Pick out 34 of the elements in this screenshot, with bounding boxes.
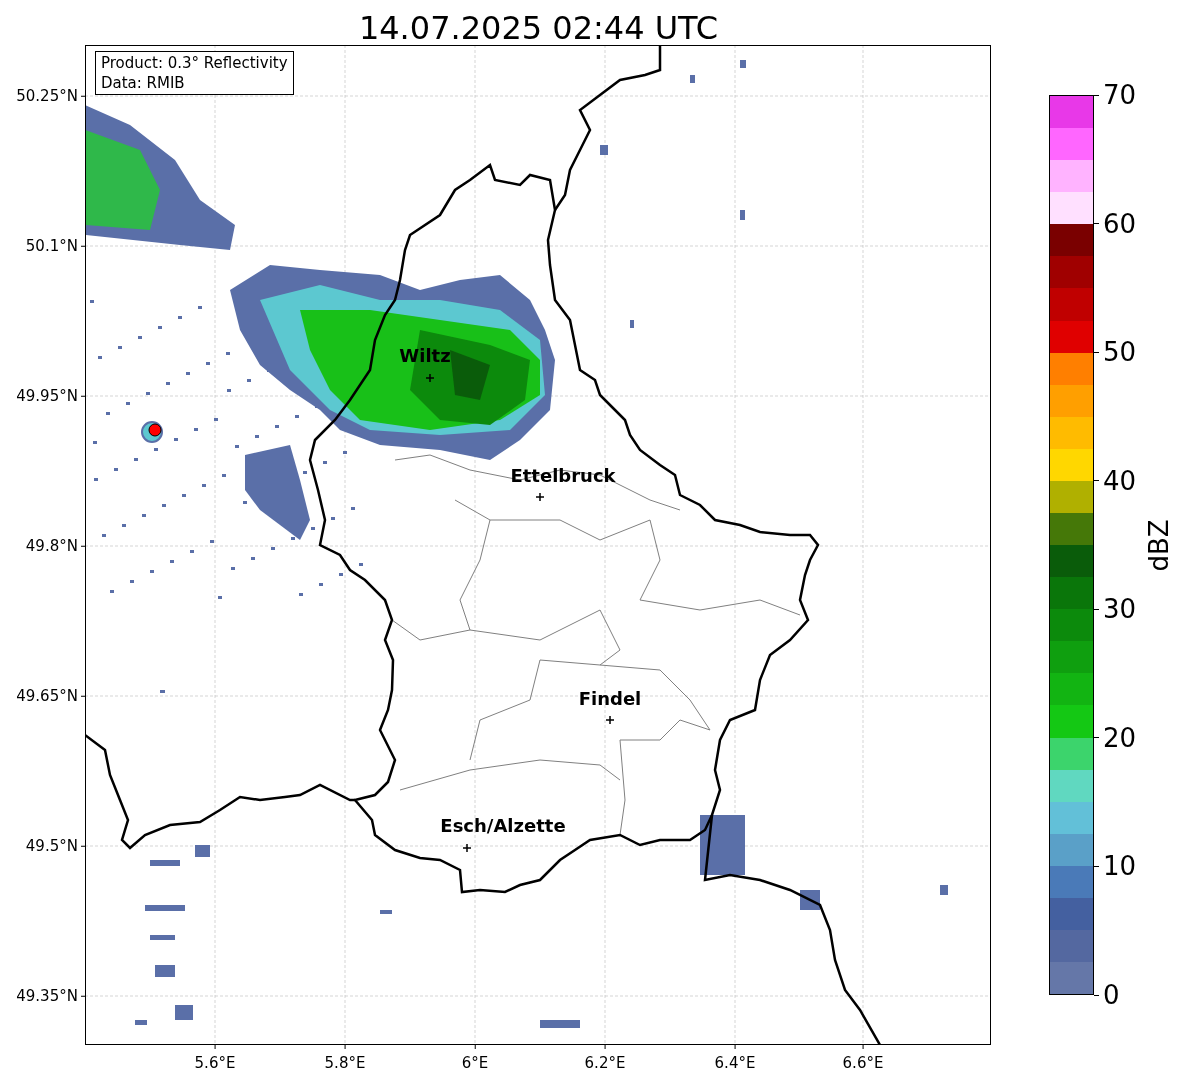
colorbar-tick-label: 20 xyxy=(1102,724,1137,751)
city-marker-icon xyxy=(425,373,435,383)
colorbar-tick-label: 40 xyxy=(1102,467,1137,494)
city-marker-icon xyxy=(605,715,615,725)
latitude-label: 49.65°N xyxy=(16,685,79,707)
longitude-label: 5.6°E xyxy=(194,1053,236,1074)
colorbar-tick-label: 10 xyxy=(1102,853,1137,880)
colorbar-tick-label: 30 xyxy=(1102,596,1137,623)
latitude-label: 49.35°N xyxy=(16,985,79,1007)
colorbar-tick-label: 50 xyxy=(1102,339,1137,366)
city-marker-icon xyxy=(462,843,472,853)
radar-site-marker xyxy=(148,423,162,437)
longitude-label: 6.6°E xyxy=(842,1053,884,1074)
city-label: Esch/Alzette xyxy=(440,815,566,836)
latitude-label: 50.25°N xyxy=(16,85,79,107)
city-label: Wiltz xyxy=(399,345,451,366)
colorbar-title: dBZ xyxy=(1142,518,1175,572)
colorbar-tick-label: 0 xyxy=(1102,982,1120,1008)
city-label: Ettelbruck xyxy=(510,465,616,486)
longitude-label: 6.2°E xyxy=(584,1053,626,1074)
latitude-label: 49.95°N xyxy=(16,385,79,407)
chart-title: 14.07.2025 02:44 UTC xyxy=(358,12,719,44)
colorbar-tick-label: 60 xyxy=(1102,210,1137,237)
info-text: Product: 0.3° Reflectivity xyxy=(100,53,288,73)
latitude-label: 50.1°N xyxy=(25,235,79,257)
info-text: Data: RMIB xyxy=(100,73,186,93)
colorbar-tick-label: 70 xyxy=(1102,82,1137,108)
longitude-label: 5.8°E xyxy=(324,1053,366,1074)
longitude-label: 6°E xyxy=(461,1053,489,1074)
longitude-label: 6.4°E xyxy=(714,1053,756,1074)
city-label: Findel xyxy=(578,688,642,709)
city-marker-icon xyxy=(535,492,545,502)
latitude-label: 49.5°N xyxy=(25,835,79,857)
latitude-label: 49.8°N xyxy=(25,535,79,557)
